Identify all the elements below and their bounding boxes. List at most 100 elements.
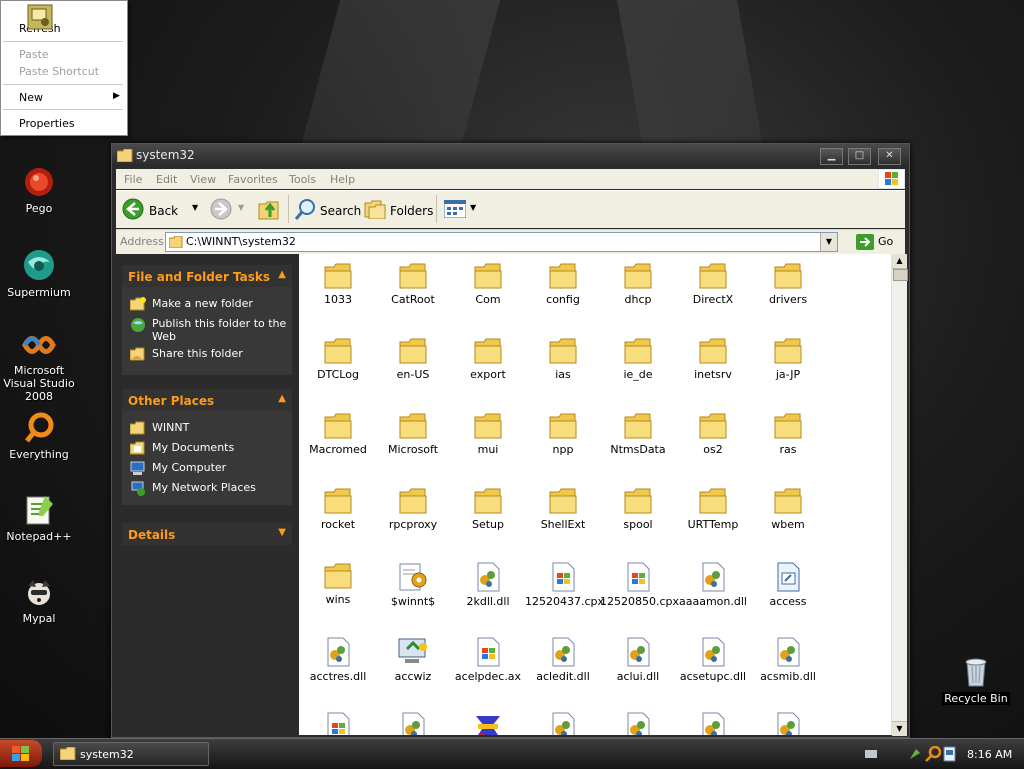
taskbar-button-system32[interactable]: system32 <box>53 742 209 766</box>
task-publish-folder[interactable]: Publish this folder to the Web <box>130 317 292 343</box>
folder-item[interactable]: config <box>525 262 601 306</box>
place-my-network-places[interactable]: My Network Places <box>130 481 292 496</box>
place-my-documents[interactable]: My Documents <box>130 441 292 455</box>
scroll-up-button[interactable]: ▲ <box>892 254 907 269</box>
notepad-tray-icon[interactable] <box>908 747 922 761</box>
menu-help[interactable]: Help <box>330 173 355 186</box>
file-item[interactable]: 12520850.cpx <box>600 562 679 608</box>
folder-item[interactable]: ras <box>750 412 826 456</box>
file-item[interactable] <box>600 712 676 735</box>
file-item[interactable] <box>675 712 751 735</box>
folder-item[interactable]: ie_de <box>600 337 676 381</box>
close-button[interactable]: ✕ <box>878 148 901 165</box>
desktop-icon-pego[interactable]: Pego <box>0 166 81 215</box>
file-item[interactable]: acsmib.dll <box>750 637 826 683</box>
folder-item[interactable]: Setup <box>450 487 526 531</box>
desktop-icon-recycle-bin[interactable]: Recycle Bin <box>934 656 1018 705</box>
file-item[interactable]: acsetupc.dll <box>675 637 751 683</box>
menu-favorites[interactable]: Favorites <box>228 173 278 186</box>
menu-edit[interactable]: Edit <box>156 173 177 186</box>
desktop-icon-everything[interactable]: Everything <box>0 412 81 461</box>
maximize-button[interactable]: □ <box>848 148 871 165</box>
folder-item[interactable]: os2 <box>675 412 751 456</box>
menu-file[interactable]: File <box>124 173 142 186</box>
forward-button[interactable]: ▼ <box>208 196 248 222</box>
task-make-new-folder[interactable]: Make a new folder <box>130 297 292 311</box>
desktop-icon-visual-studio[interactable]: Microsoft Visual Studio 2008 <box>0 330 81 403</box>
menu-item-paste-shortcut[interactable]: Paste Shortcut <box>19 65 99 78</box>
collapse-icon[interactable]: ▲ <box>278 269 286 280</box>
minimize-button[interactable]: ▁ <box>820 148 843 165</box>
menu-view[interactable]: View <box>190 173 216 186</box>
file-item[interactable]: acledit.dll <box>525 637 601 683</box>
file-folder-tasks-header[interactable]: File and Folder Tasks ▲ <box>122 265 292 287</box>
everything-tray-icon[interactable] <box>925 746 941 762</box>
address-dropdown-button[interactable]: ▼ <box>820 233 837 251</box>
folder-item[interactable]: inetsrv <box>675 337 751 381</box>
desktop-icon-supermium[interactable]: Supermium <box>0 248 81 299</box>
place-my-computer[interactable]: My Computer <box>130 461 292 475</box>
folder-item[interactable]: Com <box>450 262 526 306</box>
scroll-down-button[interactable]: ▼ <box>892 721 907 736</box>
folder-item[interactable]: CatRoot <box>375 262 451 306</box>
folders-button[interactable]: Folders <box>362 196 433 222</box>
file-item[interactable] <box>450 712 526 735</box>
up-folder-button[interactable] <box>256 196 284 222</box>
folder-item[interactable]: spool <box>600 487 676 531</box>
folder-item[interactable]: 1033 <box>300 262 376 306</box>
folder-item[interactable]: rocket <box>300 487 376 531</box>
folder-item[interactable]: export <box>450 337 526 381</box>
folder-item[interactable]: en-US <box>375 337 451 381</box>
folder-item[interactable]: ShellExt <box>525 487 601 531</box>
views-button[interactable]: ▼ <box>442 198 480 220</box>
file-item[interactable]: acelpdec.ax <box>450 637 526 683</box>
file-item[interactable]: 12520437.cpx <box>525 562 604 608</box>
collapse-icon[interactable]: ▲ <box>278 393 286 404</box>
file-item[interactable]: 2kdll.dll <box>450 562 526 608</box>
file-item[interactable]: aclui.dll <box>600 637 676 683</box>
folder-item[interactable]: wins <box>300 562 376 606</box>
file-item[interactable] <box>375 712 451 735</box>
network-tray-icon[interactable] <box>864 748 878 760</box>
scroll-thumb[interactable] <box>893 269 908 281</box>
folder-item[interactable]: ja-JP <box>750 337 826 381</box>
menu-item-properties[interactable]: Properties <box>19 117 75 130</box>
folder-item[interactable]: NtmsData <box>600 412 676 456</box>
file-item[interactable]: accwiz <box>375 637 451 683</box>
folder-item[interactable]: DTCLog <box>300 337 376 381</box>
document-tray-icon[interactable] <box>943 746 957 762</box>
file-item[interactable] <box>750 712 826 735</box>
menu-tools[interactable]: Tools <box>289 173 316 186</box>
file-item[interactable]: $winnt$ <box>375 562 451 608</box>
menu-item-paste[interactable]: Paste <box>19 48 49 61</box>
details-header[interactable]: Details ▼ <box>122 523 292 545</box>
folder-item[interactable]: drivers <box>750 262 826 306</box>
desktop-icon-mypal[interactable]: Mypal <box>0 576 81 625</box>
folder-item[interactable]: ias <box>525 337 601 381</box>
file-item[interactable]: access <box>750 562 826 608</box>
address-input[interactable]: C:\WINNT\system32 ▼ <box>165 232 838 252</box>
folder-item[interactable]: wbem <box>750 487 826 531</box>
folder-item[interactable]: mui <box>450 412 526 456</box>
folder-item[interactable]: Microsoft <box>375 412 451 456</box>
other-places-header[interactable]: Other Places ▲ <box>122 389 292 411</box>
start-button[interactable] <box>0 740 42 767</box>
clock[interactable]: 8:16 AM <box>967 748 1012 761</box>
desktop-icon-notepad-plus-plus[interactable]: Notepad++ <box>0 494 81 543</box>
go-button[interactable]: Go <box>854 232 902 252</box>
file-item[interactable] <box>300 712 376 735</box>
folder-item[interactable]: rpcproxy <box>375 487 451 531</box>
file-item[interactable]: aaaamon.dll <box>675 562 751 608</box>
folder-item[interactable]: URTTemp <box>675 487 751 531</box>
file-item[interactable] <box>525 712 601 735</box>
folder-item[interactable]: npp <box>525 412 601 456</box>
title-bar[interactable]: system32 ▁ □ ✕ <box>112 144 909 166</box>
folder-item[interactable]: Macromed <box>300 412 376 456</box>
search-button[interactable]: Search <box>292 196 361 222</box>
expand-icon[interactable]: ▼ <box>278 527 286 538</box>
vertical-scrollbar[interactable]: ▲ ▼ <box>891 254 908 736</box>
back-button[interactable]: Back ▼ <box>120 196 200 222</box>
place-winnt[interactable]: WINNT <box>130 421 292 435</box>
folder-item[interactable]: dhcp <box>600 262 676 306</box>
file-item[interactable]: acctres.dll <box>300 637 376 683</box>
